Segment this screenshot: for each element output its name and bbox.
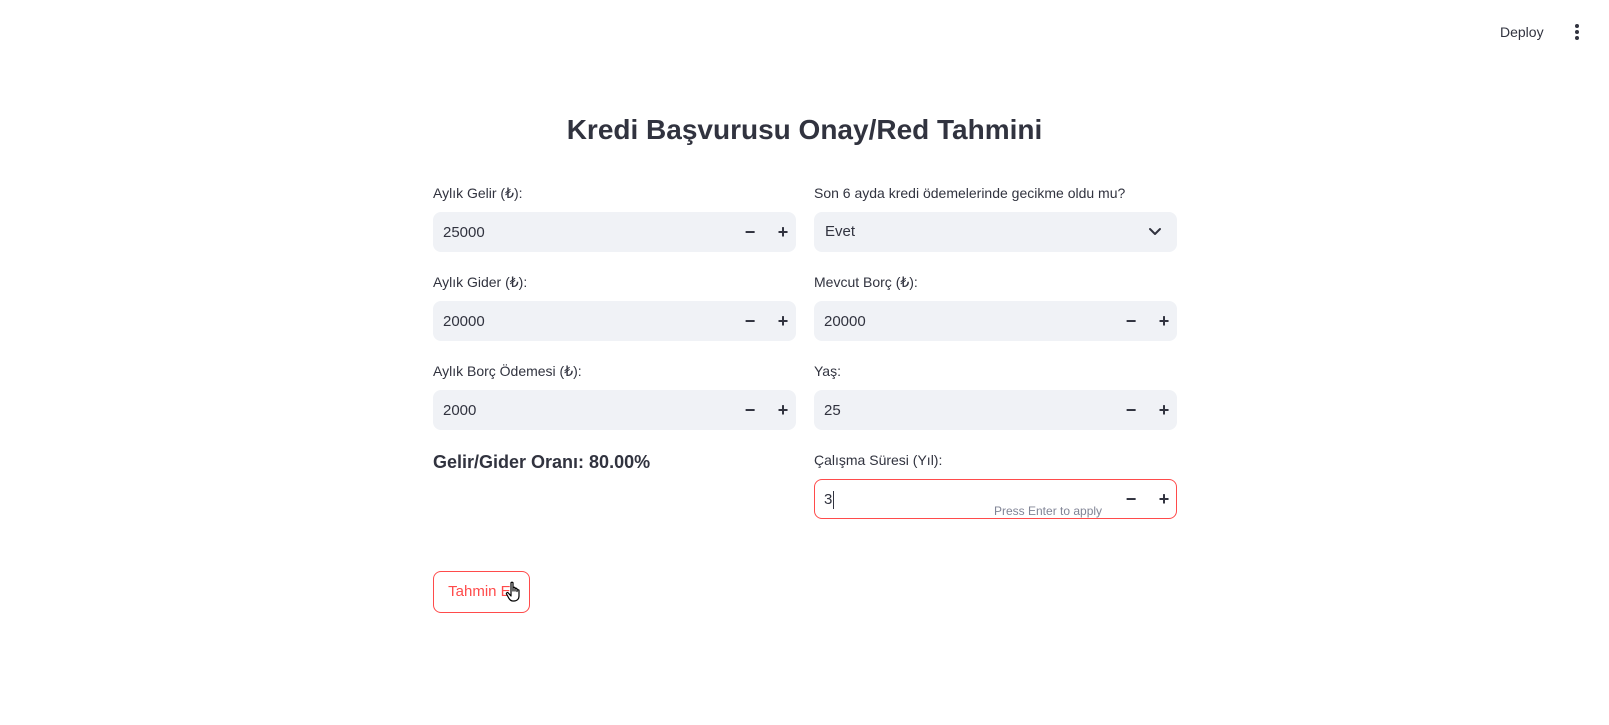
age-label: Yaş: [814, 363, 841, 379]
debt-payment-increment-button[interactable]: + [767, 391, 799, 431]
expense-increment-button[interactable]: + [767, 302, 799, 342]
work-years-input[interactable]: 3 Press Enter to apply − + [814, 479, 1177, 519]
chevron-down-icon [1149, 228, 1161, 235]
work-years-label: Çalışma Süresi (Yıl): [814, 452, 943, 468]
work-years-increment-button[interactable]: + [1148, 480, 1180, 520]
income-value[interactable]: 25000 [443, 224, 485, 241]
work-years-decrement-button[interactable]: − [1115, 480, 1147, 520]
work-years-value[interactable]: 3 [824, 491, 835, 510]
current-debt-input[interactable]: 20000 − + [814, 301, 1177, 341]
debt-payment-decrement-button[interactable]: − [734, 391, 766, 431]
top-bar: Deploy [0, 0, 1609, 64]
age-input[interactable]: 25 − + [814, 390, 1177, 430]
income-decrement-button[interactable]: − [734, 213, 766, 253]
age-decrement-button[interactable]: − [1115, 391, 1147, 431]
current-debt-label: Mevcut Borç (₺): [814, 274, 918, 290]
debt-payment-value[interactable]: 2000 [443, 402, 476, 419]
expense-decrement-button[interactable]: − [734, 302, 766, 342]
income-expense-ratio: Gelir/Gider Oranı: 80.00% [433, 452, 651, 472]
current-debt-decrement-button[interactable]: − [1115, 302, 1147, 342]
press-enter-hint: Press Enter to apply [994, 504, 1103, 518]
expense-value[interactable]: 20000 [443, 313, 485, 330]
expense-label: Aylık Gider (₺): [433, 274, 528, 290]
current-debt-value[interactable]: 20000 [824, 313, 866, 330]
text-caret [833, 491, 835, 510]
late-payment-label: Son 6 ayda kredi ödemelerinde gecikme ol… [814, 185, 1126, 201]
debt-payment-input[interactable]: 2000 − + [433, 390, 796, 430]
hand-cursor-icon [505, 581, 520, 602]
more-vertical-icon[interactable] [1574, 24, 1580, 42]
late-payment-select[interactable]: Evet [814, 212, 1177, 252]
age-value[interactable]: 25 [824, 402, 841, 419]
late-payment-selected: Evet [825, 223, 856, 240]
income-increment-button[interactable]: + [767, 213, 799, 253]
debt-payment-label: Aylık Borç Ödemesi (₺): [433, 363, 582, 379]
expense-input[interactable]: 20000 − + [433, 301, 796, 341]
age-increment-button[interactable]: + [1148, 391, 1180, 431]
deploy-button[interactable]: Deploy [1496, 22, 1548, 42]
income-label: Aylık Gelir (₺): [433, 185, 523, 201]
page-title: Kredi Başvurusu Onay/Red Tahmini [566, 114, 1043, 145]
income-input[interactable]: 25000 − + [433, 212, 796, 252]
current-debt-increment-button[interactable]: + [1148, 302, 1180, 342]
